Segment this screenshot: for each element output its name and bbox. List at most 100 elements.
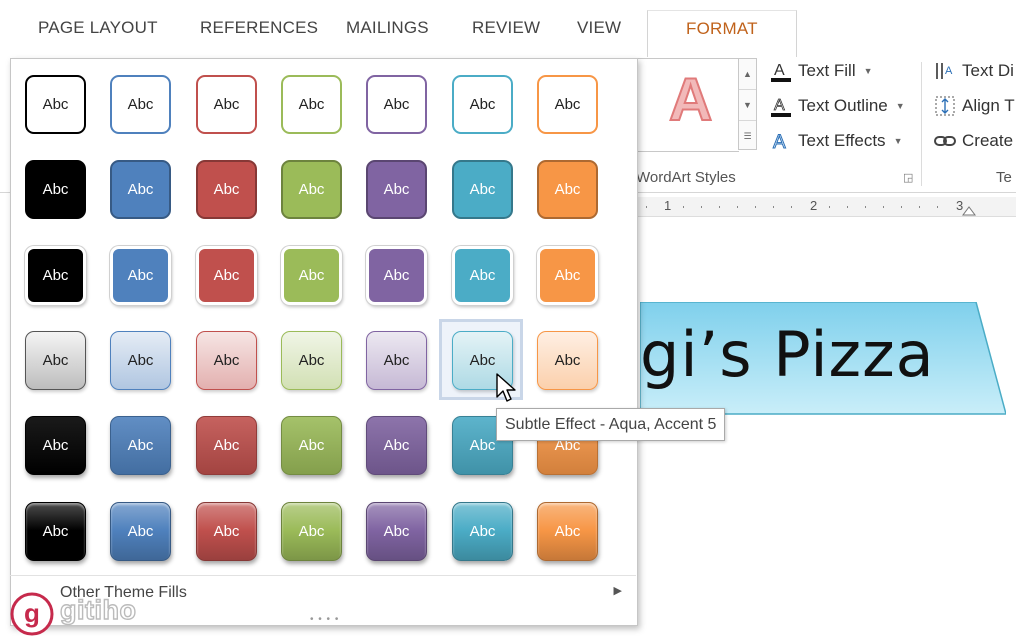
indent-marker-icon[interactable] — [962, 203, 976, 216]
shape-style-intense-effect-4[interactable]: Abc — [281, 416, 342, 475]
shape-style-sample-text: Abc — [383, 352, 410, 369]
shape-style-intense-effect-5[interactable]: Abc — [366, 416, 427, 475]
shape-style-solid-fill-3[interactable]: Abc — [196, 160, 257, 219]
shape-style-sample-text: Abc — [42, 96, 69, 113]
shape-style-outline-4[interactable]: Abc — [281, 75, 342, 134]
text-fill-label: Text Fill — [798, 61, 856, 80]
tab-page-layout[interactable]: PAGE LAYOUT — [38, 18, 158, 38]
shape-style-outline-7[interactable]: Abc — [537, 75, 598, 134]
shape-style-solid-fill-7[interactable]: Abc — [537, 160, 598, 219]
shape-style-intense-effect-3[interactable]: Abc — [196, 416, 257, 475]
ruler-tick — [829, 206, 830, 208]
svg-text:A: A — [774, 97, 785, 114]
submenu-arrow-icon: ▶ — [613, 585, 622, 597]
shape-style-glossy-bevel-6[interactable]: Abc — [452, 502, 513, 561]
tab-format[interactable]: FORMAT — [647, 10, 797, 59]
shape-style-sample-text: Abc — [383, 437, 410, 454]
svg-text:A: A — [773, 132, 786, 152]
ruler-tick — [919, 206, 920, 208]
tab-review[interactable]: REVIEW — [472, 18, 540, 38]
ruler-tick — [755, 206, 756, 208]
shape-style-sample-text: Abc — [42, 267, 69, 284]
shape-style-subtle-gradient-7[interactable]: Abc — [537, 331, 598, 390]
gallery-more-icon[interactable]: ☰ — [739, 121, 756, 151]
scroll-up-icon[interactable]: ▲ — [739, 59, 756, 90]
shape-style-solid-white-border-5[interactable]: Abc — [366, 246, 427, 305]
text-effects-button[interactable]: A Text Effects ▼ — [770, 130, 903, 154]
shape-style-glossy-bevel-1[interactable]: Abc — [25, 502, 86, 561]
shape-style-sample-text: Abc — [213, 96, 240, 113]
shape-style-glossy-bevel-4[interactable]: Abc — [281, 502, 342, 561]
text-group-label: Te — [996, 169, 1012, 186]
ruler-number: 2 — [810, 198, 818, 213]
shape-style-sample-text: Abc — [554, 523, 581, 540]
wordart-preview-letter: A — [668, 66, 713, 133]
shape-style-subtle-gradient-4[interactable]: Abc — [281, 331, 342, 390]
text-fill-icon: A — [770, 60, 792, 82]
shape-style-glossy-bevel-2[interactable]: Abc — [110, 502, 171, 561]
resize-grip-icon[interactable]: • • • • — [310, 614, 339, 625]
wordart-text[interactable]: gi’s Pizza — [640, 318, 935, 391]
shape-style-solid-fill-5[interactable]: Abc — [366, 160, 427, 219]
shape-style-solid-fill-2[interactable]: Abc — [110, 160, 171, 219]
shape-style-solid-fill-1[interactable]: Abc — [25, 160, 86, 219]
title-bar-remnant — [258, 0, 348, 4]
shape-style-glossy-bevel-7[interactable]: Abc — [537, 502, 598, 561]
align-text-button[interactable]: Align T — [934, 95, 1015, 117]
shape-style-solid-fill-4[interactable]: Abc — [281, 160, 342, 219]
shape-style-solid-white-border-2[interactable]: Abc — [110, 246, 171, 305]
ruler-tick — [865, 206, 866, 208]
shape-style-sample-text: Abc — [213, 267, 240, 284]
shape-style-subtle-gradient-2[interactable]: Abc — [110, 331, 171, 390]
tab-view[interactable]: VIEW — [577, 18, 621, 38]
shape-style-glossy-bevel-3[interactable]: Abc — [196, 502, 257, 561]
shape-style-subtle-gradient-1[interactable]: Abc — [25, 331, 86, 390]
dialog-launcher-icon[interactable]: ◲ — [903, 171, 913, 184]
shape-style-sample-text: Abc — [213, 437, 240, 454]
svg-text:A: A — [774, 62, 785, 79]
create-link-button[interactable]: Create — [934, 130, 1013, 152]
shape-style-outline-5[interactable]: Abc — [366, 75, 427, 134]
shape-style-solid-white-border-6[interactable]: Abc — [452, 246, 513, 305]
create-link-label: Create — [962, 131, 1014, 150]
shape-style-solid-white-border-7[interactable]: Abc — [537, 246, 598, 305]
ruler-tick — [719, 206, 720, 208]
shape-style-intense-effect-1[interactable]: Abc — [25, 416, 86, 475]
shape-style-outline-3[interactable]: Abc — [196, 75, 257, 134]
chevron-down-icon: ▼ — [893, 136, 903, 146]
shape-style-intense-effect-2[interactable]: Abc — [110, 416, 171, 475]
wordart-gallery-scroll[interactable]: ▲ ▼ ☰ — [738, 58, 757, 150]
ruler-tick — [937, 206, 938, 208]
shape-style-subtle-gradient-3[interactable]: Abc — [196, 331, 257, 390]
shape-style-outline-1[interactable]: Abc — [25, 75, 86, 134]
shape-style-sample-text: Abc — [42, 352, 69, 369]
chevron-down-icon: ▼ — [863, 66, 873, 76]
tab-mailings[interactable]: MAILINGS — [346, 18, 429, 38]
shape-style-sample-text: Abc — [127, 181, 154, 198]
shape-style-outline-2[interactable]: Abc — [110, 75, 171, 134]
text-outline-button[interactable]: A Text Outline ▼ — [770, 95, 905, 117]
shape-style-sample-text: Abc — [213, 352, 240, 369]
mouse-pointer-icon — [496, 373, 516, 402]
text-direction-button[interactable]: A Text Di — [934, 60, 1014, 82]
shape-style-sample-text: Abc — [469, 181, 496, 198]
shape-style-solid-white-border-1[interactable]: Abc — [25, 246, 86, 305]
ruler-tick — [701, 206, 702, 208]
shape-style-sample-text: Abc — [383, 267, 410, 284]
ruler-tick — [773, 206, 774, 208]
shape-style-solid-white-border-4[interactable]: Abc — [281, 246, 342, 305]
shape-style-sample-text: Abc — [383, 523, 410, 540]
shape-style-solid-white-border-3[interactable]: Abc — [196, 246, 257, 305]
align-text-icon — [934, 95, 956, 117]
align-text-label: Align T — [962, 96, 1015, 115]
horizontal-ruler[interactable]: 1 2 3 — [636, 197, 1016, 217]
shape-style-glossy-bevel-5[interactable]: Abc — [366, 502, 427, 561]
tab-references[interactable]: REFERENCES — [200, 18, 318, 38]
shape-style-subtle-gradient-5[interactable]: Abc — [366, 331, 427, 390]
shape-style-solid-fill-6[interactable]: Abc — [452, 160, 513, 219]
shape-style-sample-text: Abc — [554, 352, 581, 369]
text-fill-button[interactable]: A Text Fill ▼ — [770, 60, 873, 82]
shape-style-outline-6[interactable]: Abc — [452, 75, 513, 134]
scroll-down-icon[interactable]: ▼ — [739, 90, 756, 121]
ruler-tick — [646, 206, 647, 208]
